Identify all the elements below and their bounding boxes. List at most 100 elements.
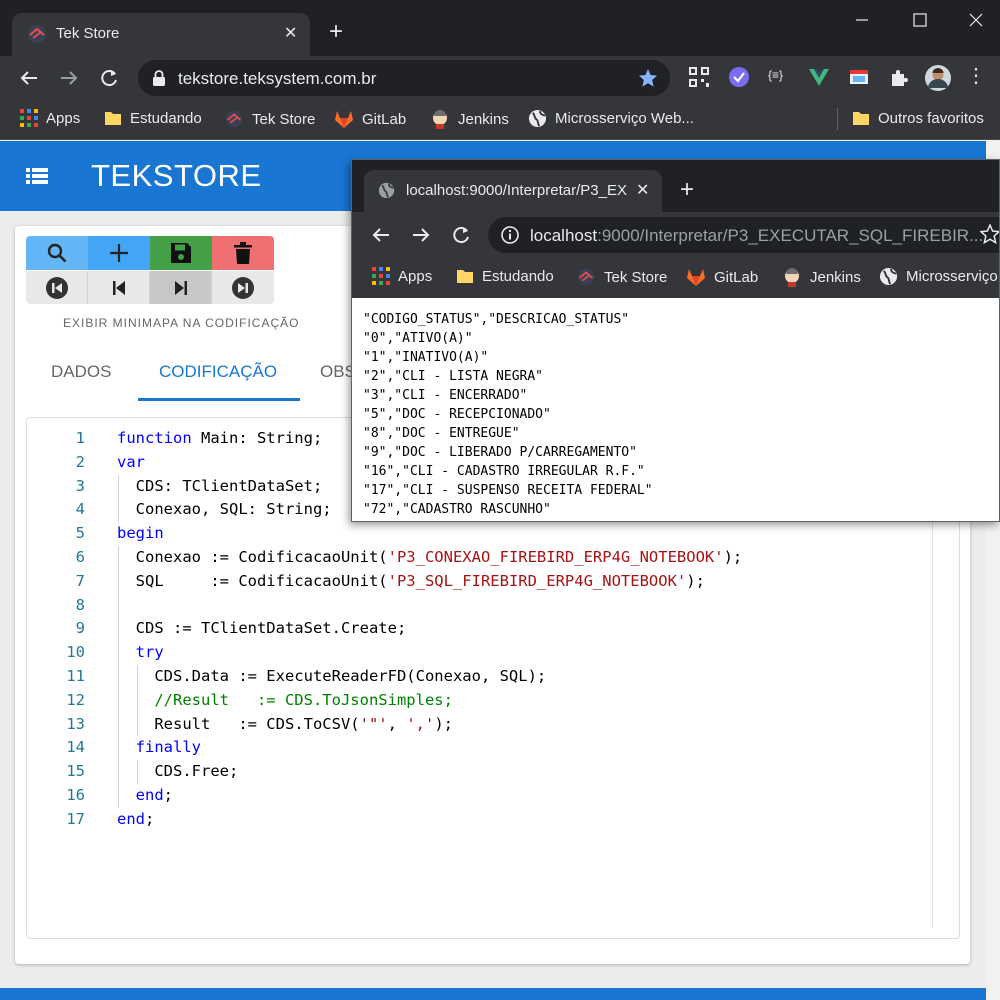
tekstore-icon — [225, 110, 243, 128]
popup-address-bar[interactable]: localhost:9000/Interpretar/P3_EXECUTAR_S… — [488, 217, 999, 253]
delete-button[interactable] — [212, 236, 274, 270]
folder-icon — [853, 112, 869, 125]
new-tab-icon[interactable]: + — [329, 20, 343, 44]
check-extension-icon[interactable] — [728, 66, 750, 88]
bookmark-star-icon[interactable] — [980, 224, 999, 244]
bookmark-jenkins[interactable]: Jenkins — [430, 109, 509, 129]
close-window-icon[interactable] — [968, 8, 984, 32]
tab-dados[interactable]: DADOS — [51, 362, 111, 382]
previous-record-button[interactable] — [88, 271, 150, 304]
popup-address-url: localhost:9000/Interpretar/P3_EXECUTAR_S… — [530, 226, 983, 246]
code-text: try — [135, 643, 164, 662]
bookmark-label: Estudando — [482, 267, 554, 285]
browser-tab-tekstore[interactable]: Tek Store ✕ — [12, 13, 310, 56]
search-button[interactable] — [26, 236, 88, 270]
skip-first-icon — [45, 276, 68, 299]
line-number: 14 — [66, 738, 85, 757]
line-number: 5 — [75, 524, 85, 543]
previous-icon — [112, 280, 125, 295]
line-number: 8 — [75, 595, 85, 614]
bookmark-jenkins[interactable]: Jenkins — [782, 267, 861, 287]
extensions-puzzle-icon[interactable] — [888, 66, 910, 88]
code-text: Result := CDS.ToCSV('"', ','); — [117, 714, 453, 733]
folder-icon — [457, 270, 473, 283]
code-text: CDS.Free; — [117, 762, 239, 781]
code-line: 5 begin — [27, 522, 927, 546]
popup-tab-strip: localhost:9000/Interpretar/P3_EX ✕ + — [352, 160, 999, 212]
menu-icon[interactable] — [26, 167, 48, 185]
bookmark-label: Apps — [398, 267, 433, 285]
popup-browser-tab[interactable]: localhost:9000/Interpretar/P3_EX ✕ — [364, 170, 662, 212]
bookmark-tekstore[interactable]: Tek Store — [224, 109, 315, 129]
save-button[interactable] — [150, 236, 212, 270]
lock-icon — [152, 70, 166, 86]
code-line: 16 end; — [27, 784, 927, 808]
jenkins-icon — [433, 110, 447, 129]
line-number: 2 — [75, 452, 85, 471]
line-number: 7 — [75, 571, 85, 590]
csv-line: "9","DOC - LIBERADO P/CARREGAMENTO" — [363, 445, 637, 460]
tab-title: Tek Store — [56, 25, 120, 42]
next-record-button[interactable] — [150, 271, 212, 304]
bookmark-star-icon[interactable] — [638, 68, 658, 88]
vue-devtools-icon[interactable] — [808, 66, 830, 88]
profile-avatar[interactable] — [924, 64, 952, 92]
bookmark-apps[interactable]: Apps — [20, 109, 80, 127]
bottom-bar — [0, 988, 986, 1000]
line-number: 6 — [75, 547, 85, 566]
bookmark-microsservico[interactable]: Microsserviço — [879, 267, 998, 286]
line-number: 15 — [66, 762, 85, 781]
qr-code-extension-icon[interactable] — [688, 66, 710, 88]
reload-icon[interactable] — [98, 67, 120, 89]
csv-line: "8","DOC - ENTREGUE" — [363, 426, 520, 441]
code-line: 14 finally — [27, 736, 927, 760]
address-bar[interactable]: tekstore.teksystem.com.br — [138, 60, 670, 96]
forward-icon[interactable] — [58, 67, 80, 89]
last-record-button[interactable] — [212, 271, 274, 304]
close-tab-icon[interactable]: ✕ — [284, 23, 297, 43]
bookmark-label: GitLab — [362, 110, 407, 128]
forward-icon[interactable] — [410, 224, 432, 246]
csv-line: "3","CLI - ENCERRADO" — [363, 388, 528, 403]
bookmark-gitlab[interactable]: GitLab — [334, 109, 406, 129]
json-extension-icon[interactable]: {≡} — [768, 68, 783, 82]
image-extension-icon[interactable] — [848, 66, 870, 88]
bookmark-estudando[interactable]: Estudando — [456, 267, 554, 285]
back-icon[interactable] — [370, 224, 392, 246]
code-line: 6 Conexao := CodificacaoUnit('P3_CONEXAO… — [27, 546, 927, 570]
add-button[interactable] — [88, 236, 150, 270]
active-tab-indicator — [138, 398, 300, 401]
bookmark-outros-favoritos[interactable]: Outros favoritos — [852, 109, 984, 127]
bookmarks-bar: Apps Estudando Tek Store GitLab Jenkins … — [0, 100, 1000, 140]
code-line: 17 end; — [27, 808, 927, 832]
popup-toolbar: localhost:9000/Interpretar/P3_EXECUTAR_S… — [352, 212, 999, 258]
close-tab-icon[interactable]: ✕ — [636, 180, 649, 200]
minimize-icon[interactable] — [855, 8, 869, 32]
line-number: 11 — [66, 666, 85, 685]
next-icon — [174, 280, 187, 295]
code-text: CDS: TClientDataSet; — [117, 476, 323, 495]
line-number: 1 — [75, 429, 85, 447]
code-text: end; — [117, 809, 155, 828]
minimap-toggle-label[interactable]: EXIBIR MINIMAPA NA CODIFICAÇÃO — [63, 316, 299, 330]
bookmark-label: Apps — [46, 109, 81, 127]
bookmark-estudando[interactable]: Estudando — [104, 109, 202, 127]
bookmark-gitlab[interactable]: GitLab — [686, 267, 758, 287]
reload-icon[interactable] — [450, 224, 472, 246]
bookmark-microsservico[interactable]: Microsserviço Web... — [528, 109, 694, 128]
csv-line: "CODIGO_STATUS","DESCRICAO_STATUS" — [363, 312, 630, 327]
globe-icon — [879, 267, 898, 286]
code-line: 9 CDS := TClientDataSet.Create; — [27, 617, 927, 641]
more-menu-icon[interactable]: ⋮ — [966, 66, 986, 86]
bookmark-tekstore[interactable]: Tek Store — [576, 267, 667, 287]
maximize-icon[interactable] — [912, 8, 928, 32]
new-tab-icon[interactable]: + — [680, 178, 694, 202]
tab-codificacao[interactable]: CODIFICAÇÃO — [159, 362, 277, 382]
line-number: 12 — [66, 690, 85, 709]
csv-line: "1","INATIVO(A)" — [363, 350, 489, 365]
back-icon[interactable] — [18, 67, 40, 89]
bookmark-apps[interactable]: Apps — [372, 267, 432, 285]
first-record-button[interactable] — [26, 271, 88, 304]
floppy-disk-icon — [171, 243, 191, 263]
code-line: 11 CDS.Data := ExecuteReaderFD(Conexao, … — [27, 665, 927, 689]
